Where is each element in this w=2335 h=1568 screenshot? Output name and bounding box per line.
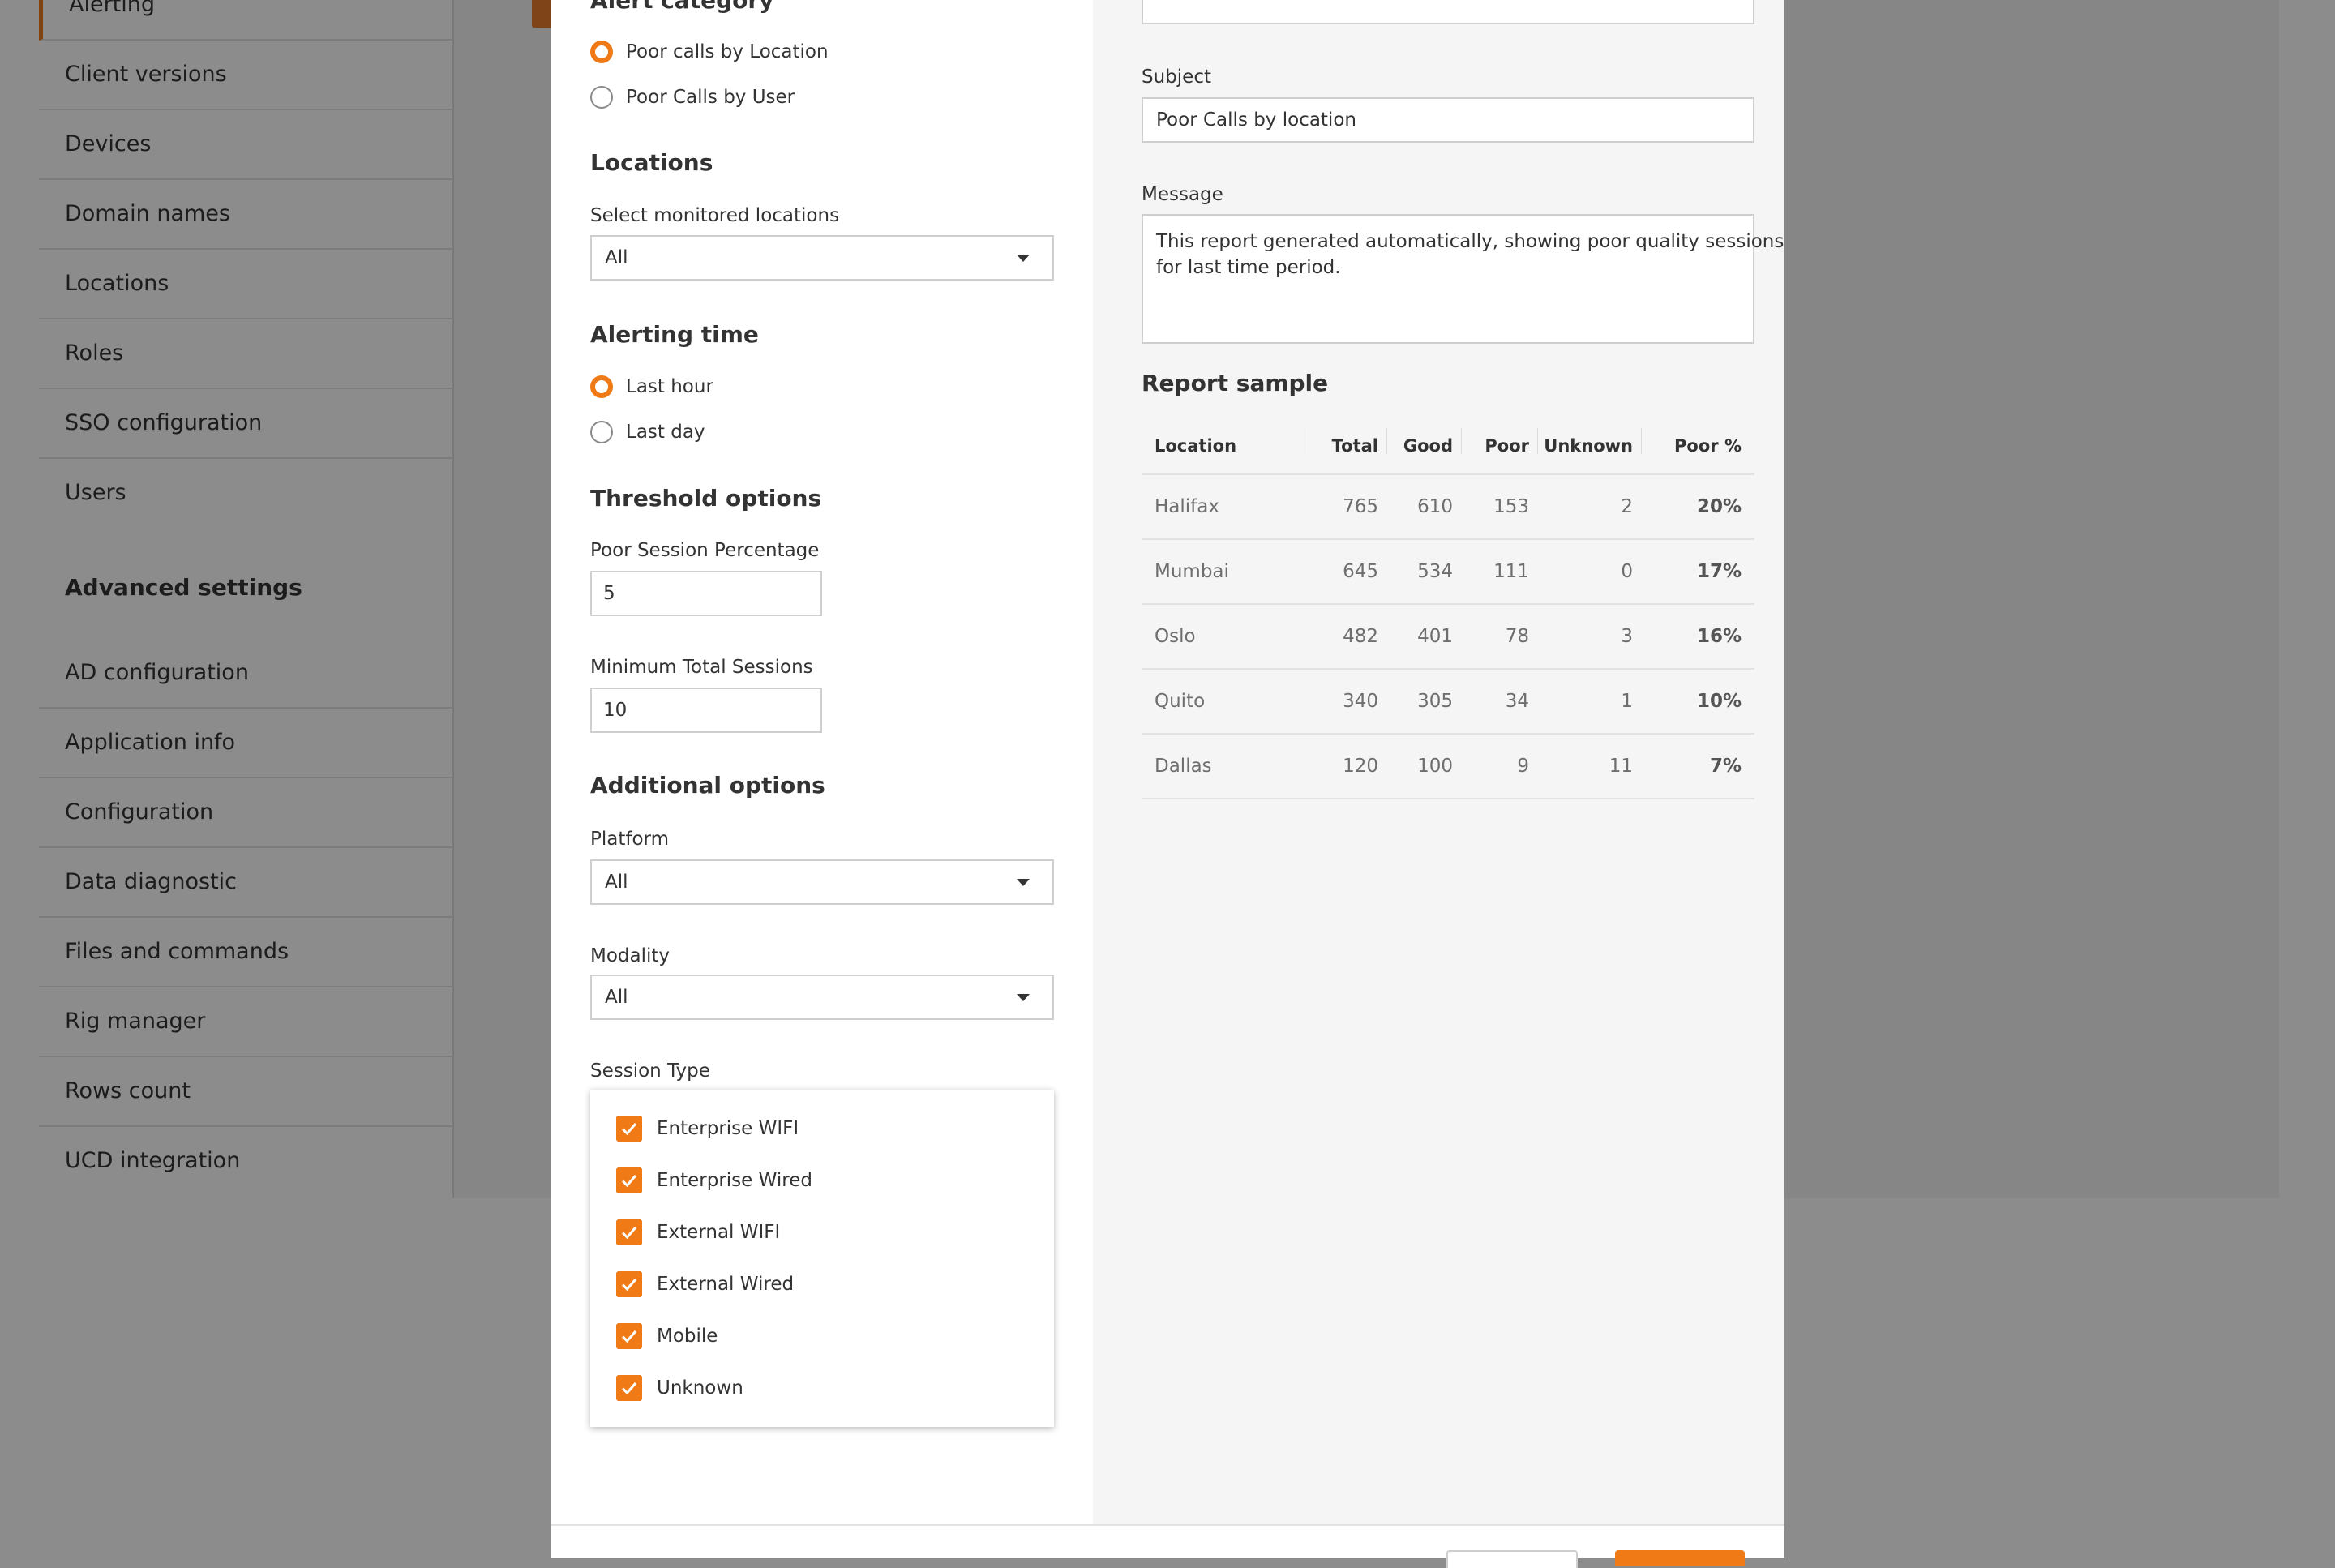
column-header-poor-percent: Poor % [1674, 436, 1742, 456]
threshold-options-heading: Threshold options [590, 485, 822, 512]
select-value: All [605, 872, 628, 893]
cell-poor: 78 [1505, 626, 1529, 647]
checkbox-checked-icon [616, 1116, 642, 1142]
checkbox-label: External Wired [657, 1274, 795, 1295]
radio-last-hour[interactable] [590, 375, 613, 398]
cancel-button[interactable] [1446, 1550, 1578, 1568]
table-row: Oslo 482 401 78 3 16% [1142, 605, 1754, 670]
checkbox-checked-icon [616, 1219, 642, 1245]
message-line-2: for last time period. [1156, 257, 1341, 278]
cell-poor-percent: 10% [1696, 691, 1742, 712]
column-header-good: Good [1403, 436, 1453, 456]
platform-select[interactable]: All [590, 859, 1054, 905]
checkbox-label: Unknown [657, 1377, 743, 1399]
table-row: Quito 340 305 34 1 10% [1142, 670, 1754, 735]
cell-poor-percent: 20% [1696, 496, 1742, 517]
subject-label: Subject [1142, 66, 1211, 88]
session-type-label: Session Type [590, 1060, 710, 1082]
cell-total: 340 [1343, 691, 1378, 712]
cell-good: 100 [1417, 756, 1453, 777]
report-sample-heading: Report sample [1142, 370, 1329, 396]
cell-good: 305 [1417, 691, 1453, 712]
radio-last-day[interactable] [590, 421, 613, 443]
cell-poor: 34 [1505, 691, 1529, 712]
recipients-input[interactable] [1142, 0, 1754, 24]
cell-total: 482 [1343, 626, 1378, 647]
cell-total: 120 [1343, 756, 1378, 777]
select-value: All [605, 987, 628, 1008]
additional-options-heading: Additional options [590, 772, 825, 799]
cell-location: Halifax [1155, 496, 1219, 517]
cell-poor: 111 [1493, 561, 1529, 582]
cell-location: Mumbai [1155, 561, 1229, 582]
checkbox-checked-icon [616, 1167, 642, 1193]
cell-unknown: 11 [1609, 756, 1633, 777]
alert-category-heading: Alert category [590, 0, 774, 14]
subject-value: Poor Calls by location [1156, 109, 1356, 131]
column-header-total: Total [1331, 436, 1378, 456]
table-header: Location Total Good Poor Unknown Poor % [1142, 422, 1754, 475]
alert-settings-modal: Alert category Poor calls by Location Po… [551, 0, 1784, 1568]
poor-session-percentage-label: Poor Session Percentage [590, 540, 820, 561]
checkbox-checked-icon [616, 1375, 642, 1401]
radio-label: Poor Calls by User [626, 87, 795, 108]
checkbox-label: External WIFI [657, 1222, 781, 1243]
cell-good: 534 [1417, 561, 1453, 582]
column-header-location: Location [1155, 436, 1237, 456]
minimum-total-sessions-label: Minimum Total Sessions [590, 657, 813, 678]
checkbox-label: Mobile [657, 1326, 718, 1347]
table-row: Halifax 765 610 153 2 20% [1142, 475, 1754, 540]
caret-down-icon [1017, 255, 1030, 262]
cell-good: 401 [1417, 626, 1453, 647]
modality-label: Modality [590, 945, 671, 966]
cell-unknown: 0 [1621, 561, 1633, 582]
checkbox-checked-icon [616, 1271, 642, 1297]
cell-poor-percent: 16% [1696, 626, 1742, 647]
caret-down-icon [1017, 879, 1030, 886]
checkbox-label: Enterprise Wired [657, 1170, 812, 1191]
platform-label: Platform [590, 829, 669, 850]
cell-poor-percent: 7% [1709, 756, 1742, 777]
cell-location: Oslo [1155, 626, 1196, 647]
cell-poor-percent: 17% [1696, 561, 1742, 582]
column-header-unknown: Unknown [1544, 436, 1633, 456]
select-value: All [605, 247, 628, 268]
radio-label: Last hour [626, 376, 713, 397]
cell-location: Quito [1155, 691, 1206, 712]
message-label: Message [1142, 184, 1223, 205]
radio-label: Poor calls by Location [626, 41, 829, 62]
minimum-total-sessions-input[interactable] [590, 688, 822, 733]
save-button[interactable] [1615, 1550, 1745, 1566]
cell-poor: 9 [1517, 756, 1529, 777]
caret-down-icon [1017, 994, 1030, 1001]
cell-total: 645 [1343, 561, 1378, 582]
radio-poor-calls-by-location[interactable] [590, 41, 613, 63]
cell-unknown: 1 [1621, 691, 1633, 712]
checkbox-checked-icon [616, 1323, 642, 1349]
cell-unknown: 2 [1621, 496, 1633, 517]
message-line-1: This report generated automatically, sho… [1156, 231, 1784, 252]
checkbox-label: Enterprise WIFI [657, 1118, 799, 1139]
session-type-dropdown: Enterprise WIFI Enterprise Wired Externa… [590, 1090, 1054, 1427]
table-row: Mumbai 645 534 111 0 17% [1142, 540, 1754, 605]
cell-unknown: 3 [1621, 626, 1633, 647]
cell-location: Dallas [1155, 756, 1212, 777]
column-header-poor: Poor [1485, 436, 1529, 456]
locations-select-label: Select monitored locations [590, 205, 840, 226]
modality-select[interactable]: All [590, 975, 1054, 1020]
cell-poor: 153 [1493, 496, 1529, 517]
radio-poor-calls-by-user[interactable] [590, 86, 613, 109]
locations-heading: Locations [590, 149, 713, 176]
message-textarea[interactable]: This report generated automatically, sho… [1142, 214, 1784, 344]
radio-label: Last day [626, 422, 705, 443]
poor-session-percentage-input[interactable] [590, 571, 822, 616]
cell-total: 765 [1343, 496, 1378, 517]
locations-select[interactable]: All [590, 235, 1054, 281]
cell-good: 610 [1417, 496, 1453, 517]
alerting-time-heading: Alerting time [590, 321, 759, 348]
modal-footer [551, 1524, 1784, 1568]
subject-input[interactable]: Poor Calls by location [1142, 97, 1754, 143]
table-row: Dallas 120 100 9 11 7% [1142, 735, 1754, 799]
